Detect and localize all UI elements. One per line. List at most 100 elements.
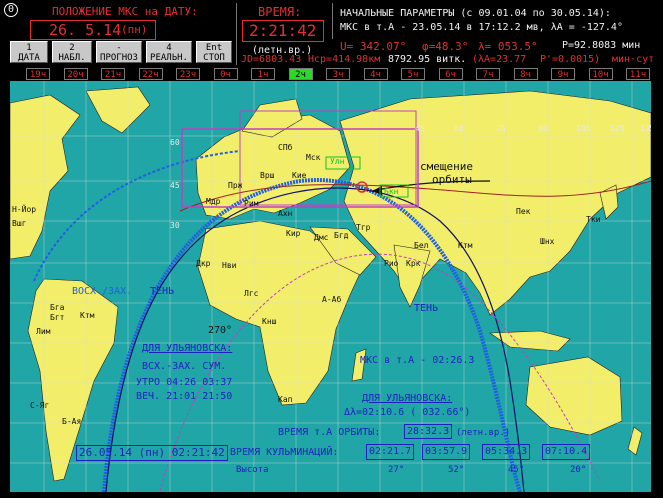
city-label-damascus[interactable]: Дмс bbox=[314, 233, 328, 242]
date-value: 26. 5.14 bbox=[49, 21, 122, 39]
fkey-number: Ent bbox=[205, 43, 223, 53]
hour-marker: 21ч bbox=[101, 68, 125, 80]
time-value: 2:21:42 bbox=[249, 21, 317, 40]
city-label-paris[interactable]: Прж bbox=[228, 181, 242, 190]
city-label-kinshasa[interactable]: Кнш bbox=[262, 317, 276, 326]
hour-marker: 6ч bbox=[438, 68, 463, 80]
fkey-date-button[interactable]: 1 ДАТА bbox=[10, 41, 48, 63]
city-label-beijing[interactable]: Пек bbox=[516, 207, 530, 216]
city-label-niamey[interactable]: Нви bbox=[222, 261, 236, 270]
city-label-rome[interactable]: Рим bbox=[244, 199, 258, 208]
hour-marker: 22ч bbox=[138, 68, 163, 80]
city-label-dakar[interactable]: Дкр bbox=[196, 259, 210, 268]
period-value: P=92.8083 мин bbox=[562, 40, 641, 51]
height-value-2: 52° bbox=[448, 465, 465, 475]
orbits-value: 8792.95 витк. bbox=[388, 54, 467, 65]
shift-label-line1: смещение bbox=[420, 160, 473, 173]
city-label-moscow[interactable]: Мск bbox=[306, 153, 320, 162]
city-label-cairo[interactable]: Кир bbox=[286, 229, 300, 238]
city-label-bogota-2[interactable]: Бгт bbox=[50, 313, 64, 322]
city-label-shanghai[interactable]: Шнх bbox=[540, 237, 554, 246]
height-value-3: 45° bbox=[508, 465, 525, 475]
footer-date-box[interactable]: 26.05.14 (пн) 02:21:42 bbox=[76, 445, 228, 461]
u-value: U= 342.07° bbox=[340, 40, 407, 53]
hsr-value: Нср=414.98км bbox=[308, 54, 381, 65]
city-label-washington[interactable]: Вшг bbox=[12, 219, 26, 228]
culmination-time-3[interactable]: 05:34.3 bbox=[482, 444, 531, 460]
lat-label: 30 bbox=[170, 221, 180, 230]
date-display[interactable]: 26. 5.14 (пн) bbox=[30, 20, 156, 40]
hour-marker: 8ч bbox=[513, 68, 538, 80]
fkey-realtime-button[interactable]: 4 РЕАЛЬН. bbox=[146, 41, 192, 63]
world-map[interactable]: 45 60 75 90 105 120 135 60 45 30 Улн Мск… bbox=[10, 81, 651, 492]
city-label-riyadh[interactable]: Рио bbox=[384, 259, 398, 268]
city-label-athens[interactable]: Ахн bbox=[278, 209, 292, 218]
city-label-buenos-aires[interactable]: Б-Ая bbox=[62, 417, 81, 426]
city-label-madrid[interactable]: Мдр bbox=[206, 197, 220, 206]
time-display[interactable]: 2:21:42 bbox=[242, 20, 324, 42]
city-label-ulyanovsk[interactable]: Улн bbox=[330, 157, 344, 166]
land-australia bbox=[525, 356, 623, 436]
hour-marker: 4ч bbox=[363, 68, 388, 80]
delta-lambda: Δλ=02:10.6 ( 032.66°) bbox=[344, 407, 471, 418]
lat-label: 45 bbox=[170, 181, 180, 190]
city-label-bogota[interactable]: Бга bbox=[50, 303, 64, 312]
city-label-cape-town[interactable]: Кап bbox=[278, 395, 292, 404]
fkey-label: РЕАЛЬН. bbox=[150, 53, 188, 63]
city-label-lima[interactable]: Лим bbox=[36, 327, 50, 336]
city-label-baghdad[interactable]: Бгд bbox=[334, 231, 348, 240]
culmination-time-2[interactable]: 03:57.9 bbox=[422, 444, 471, 460]
hour-marker: 20ч bbox=[63, 68, 88, 80]
city-label-kiev[interactable]: Кие bbox=[292, 171, 306, 180]
position-title: ПОЛОЖЕНИЕ МКС на ДАТУ: bbox=[52, 5, 198, 18]
hour-marker: 19ч bbox=[26, 68, 50, 80]
fkey-label: СТОП bbox=[203, 53, 225, 63]
fkey-number: 1 bbox=[26, 43, 32, 53]
lon-label: 105 bbox=[576, 124, 591, 133]
lon-label: 135 bbox=[640, 124, 651, 133]
hour-marker: 11ч bbox=[626, 68, 650, 80]
city-label-tokyo[interactable]: Тки bbox=[586, 215, 600, 224]
header-divider bbox=[236, 3, 237, 65]
land-greenland bbox=[85, 86, 151, 134]
culmination-time-1[interactable]: 02:21.7 bbox=[366, 444, 415, 460]
morning-row: УТРО 04:26 03:37 bbox=[136, 377, 233, 388]
height-value-1: 27° bbox=[388, 465, 405, 475]
city-label-addis-ababa[interactable]: А-Аб bbox=[322, 295, 341, 304]
fkey-forecast-button[interactable]: - ПРОГНОЗ bbox=[96, 41, 142, 63]
hour-marker: 5ч bbox=[401, 68, 425, 80]
land-new-zealand bbox=[627, 426, 643, 456]
sunrise-label: ВОСХ./ЗАХ. bbox=[72, 286, 133, 297]
city-label-spb[interactable]: СПб bbox=[278, 143, 292, 152]
params-line: МКС в т.А - 23.05.14 в 17:12.2 мв, λА = … bbox=[340, 22, 623, 33]
ulyanovsk-title-2: ДЛЯ УЛЬЯНОВСКА: bbox=[362, 393, 453, 404]
city-label-tehran[interactable]: Тгр bbox=[356, 223, 370, 232]
culmination-time-4[interactable]: 07:10.4 bbox=[542, 444, 591, 460]
circle-menu-icon[interactable]: 0 bbox=[4, 3, 18, 17]
land-north-america bbox=[10, 94, 81, 260]
fkey-label: НАБЛ. bbox=[58, 53, 86, 63]
height-value-4: 20° bbox=[570, 465, 587, 475]
city-label-warsaw[interactable]: Врш bbox=[260, 171, 274, 180]
city-label-new-york[interactable]: Н-Йор bbox=[12, 205, 36, 214]
city-label-karachi[interactable]: Крк bbox=[406, 259, 420, 268]
header-divider bbox=[332, 3, 333, 39]
fkey-number: 4 bbox=[166, 43, 172, 53]
fkey-stop-button[interactable]: Ent СТОП bbox=[196, 41, 232, 63]
city-label-santiago[interactable]: С-Яг bbox=[30, 401, 49, 410]
iss-point-label: МКС в т.А - 02:26.3 bbox=[360, 355, 475, 366]
lon-label: 60 bbox=[454, 124, 464, 133]
city-label-caracas[interactable]: Ктм bbox=[80, 311, 94, 320]
city-label-baikonur[interactable]: Бкн bbox=[384, 187, 398, 196]
iss-tracker-window: 0 ПОЛОЖЕНИЕ МКС на ДАТУ: 26. 5.14 (пн) В… bbox=[0, 0, 663, 498]
city-label-lagos[interactable]: Лгс bbox=[244, 289, 258, 298]
city-label-delhi[interactable]: Бел bbox=[414, 241, 428, 250]
shadow-label-2: ТЕНЬ bbox=[414, 303, 439, 314]
orbit-time-value[interactable]: 28:32.3 bbox=[404, 424, 453, 439]
city-label-kathmandu[interactable]: Ктм bbox=[458, 241, 472, 250]
hour-marker: 9ч bbox=[551, 68, 575, 80]
orbit-time-label: ВРЕМЯ т.А ОРБИТЫ: bbox=[278, 427, 381, 438]
fkey-number: - bbox=[116, 43, 122, 53]
fkey-observe-button[interactable]: 2 НАБЛ. bbox=[52, 41, 92, 63]
culmination-label: ВРЕМЯ КУЛЬМИНАЦИЙ: bbox=[230, 447, 339, 458]
